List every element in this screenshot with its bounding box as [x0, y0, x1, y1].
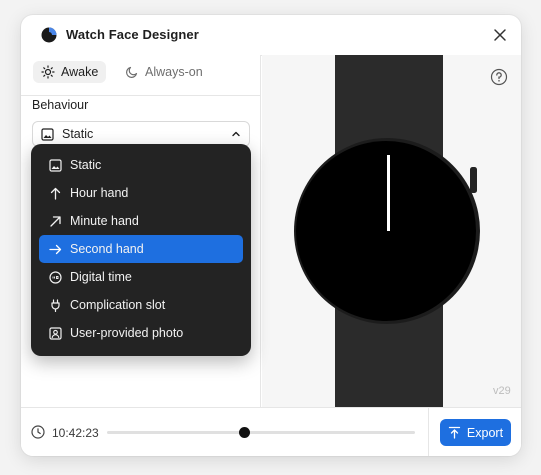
- menu-item-label: Complication slot: [70, 298, 166, 312]
- menu-item-label: User-provided photo: [70, 326, 184, 340]
- sun-icon: [41, 65, 55, 79]
- footer-divider: [428, 408, 429, 456]
- help-icon[interactable]: [490, 68, 508, 86]
- menu-item-label: Static: [70, 158, 102, 172]
- tab-awake[interactable]: Awake: [33, 61, 107, 83]
- moon-icon: [126, 66, 138, 78]
- portrait-icon: [49, 326, 62, 340]
- menu-item-label: Minute hand: [70, 214, 139, 228]
- export-button-label: Export: [466, 425, 504, 440]
- image-icon: [41, 127, 54, 141]
- watch-second-hand: [387, 155, 390, 231]
- arrow-right-icon: [49, 244, 62, 254]
- close-icon[interactable]: [491, 26, 509, 44]
- tabs-divider: [21, 95, 261, 96]
- menu-item-minute-hand[interactable]: Minute hand: [39, 207, 243, 235]
- watch-face: [296, 141, 476, 321]
- menu-item-label: Second hand: [70, 242, 144, 256]
- app-title: Watch Face Designer: [66, 27, 199, 42]
- menu-item-user-photo[interactable]: User-provided photo: [39, 319, 243, 347]
- arrow-up-icon: [50, 187, 61, 200]
- menu-item-second-hand[interactable]: Second hand: [39, 235, 243, 263]
- plug-icon: [51, 298, 60, 312]
- watch-preview-canvas: [262, 55, 521, 407]
- behaviour-select-value: Static: [62, 127, 94, 141]
- tab-awake-label: Awake: [61, 65, 99, 79]
- current-time: 10:42:23: [52, 426, 99, 440]
- export-button[interactable]: Export: [440, 419, 511, 446]
- digital-time-icon: [49, 270, 62, 284]
- export-icon: [448, 426, 461, 439]
- image-icon: [49, 158, 62, 172]
- watch-crown-button: [470, 167, 477, 193]
- clock-icon: [31, 425, 45, 439]
- timeline-scrubber[interactable]: [107, 427, 415, 438]
- timeline-scrubber-handle[interactable]: [239, 427, 251, 438]
- menu-item-digital-time[interactable]: Digital time: [39, 263, 243, 291]
- behaviour-dropdown-menu: Static Hour hand Minute hand Second hand: [31, 144, 251, 356]
- menu-item-static[interactable]: Static: [39, 151, 243, 179]
- title-bar: Watch Face Designer: [21, 15, 521, 55]
- menu-item-label: Digital time: [70, 270, 132, 284]
- tab-always-on[interactable]: Always-on: [117, 61, 211, 83]
- app-logo-icon: [41, 27, 57, 43]
- menu-item-complication-slot[interactable]: Complication slot: [39, 291, 243, 319]
- watch-preview: [294, 55, 480, 407]
- chevron-up-icon: [232, 131, 240, 137]
- version-label: v29: [493, 385, 511, 397]
- timeline-footer: 10:42:23 Export: [21, 407, 521, 456]
- app-window: Watch Face Designer Awake Always-on Beha…: [21, 15, 521, 456]
- tab-always-on-label: Always-on: [145, 65, 203, 79]
- menu-item-hour-hand[interactable]: Hour hand: [39, 179, 243, 207]
- arrow-up-right-icon: [50, 215, 61, 227]
- menu-item-label: Hour hand: [70, 186, 129, 200]
- behaviour-label: Behaviour: [32, 98, 89, 112]
